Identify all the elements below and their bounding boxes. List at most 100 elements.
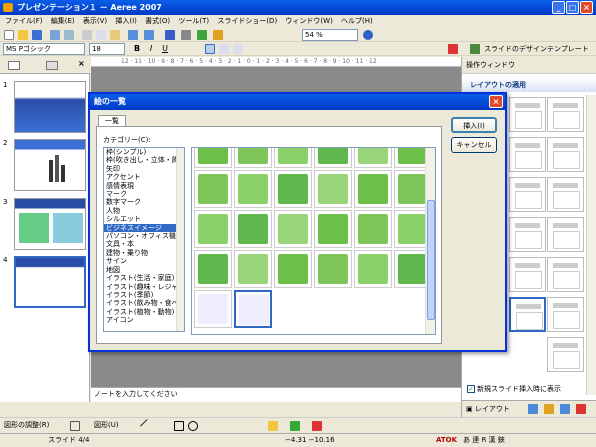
- cut-icon[interactable]: [82, 30, 92, 40]
- fill-color-icon[interactable]: [268, 421, 278, 431]
- line-color-icon[interactable]: [290, 421, 300, 431]
- paste-icon[interactable]: [110, 30, 120, 40]
- layout-thumbnail[interactable]: [547, 177, 584, 212]
- menu-file[interactable]: ファイル(F): [5, 17, 43, 25]
- italic-icon[interactable]: I: [146, 44, 156, 54]
- table-icon[interactable]: [181, 30, 191, 40]
- menu-tools[interactable]: ツール(T): [178, 17, 209, 25]
- ime-modes[interactable]: あ 連 R 漢 鋏: [463, 434, 505, 447]
- slides-tab[interactable]: [8, 61, 20, 70]
- slide-thumbnail-4[interactable]: [14, 256, 86, 308]
- redo-icon[interactable]: [144, 30, 154, 40]
- category-item[interactable]: サイン: [104, 257, 184, 265]
- bold-icon[interactable]: B: [132, 44, 142, 54]
- font-color-icon[interactable]: [448, 44, 458, 54]
- layout-thumbnail[interactable]: [547, 257, 584, 292]
- category-item[interactable]: ビジネスイメージ: [104, 223, 184, 233]
- clipart-thumbnail[interactable]: [194, 210, 232, 248]
- clipart-thumbnail[interactable]: [274, 250, 312, 288]
- clipart-thumbnail[interactable]: [194, 290, 232, 328]
- align-left-icon[interactable]: [205, 44, 215, 54]
- menu-format[interactable]: 書式(O): [145, 17, 170, 25]
- notes-pane[interactable]: ノートを入力してください: [91, 387, 461, 402]
- layout-thumbnail[interactable]: [547, 217, 584, 252]
- category-item[interactable]: 矢印: [104, 165, 184, 173]
- open-icon[interactable]: [18, 30, 28, 40]
- clipart-thumbnail[interactable]: [314, 210, 352, 248]
- print-icon[interactable]: [50, 30, 60, 40]
- category-item[interactable]: アイコン: [104, 316, 184, 324]
- maximize-button[interactable]: □: [566, 1, 579, 14]
- layout-thumbnail[interactable]: [509, 257, 546, 292]
- menu-slideshow[interactable]: スライドショー(D): [217, 17, 277, 25]
- align-center-icon[interactable]: [219, 44, 229, 54]
- adjust-shapes-button[interactable]: 図形の調整(R): [4, 418, 49, 433]
- clipart-thumbnail[interactable]: [274, 210, 312, 248]
- layout-tab[interactable]: ▣ レイアウト: [466, 401, 510, 417]
- layout-thumbnail[interactable]: [547, 337, 584, 372]
- menu-edit[interactable]: 編集(E): [51, 17, 75, 25]
- font-size-combo[interactable]: 18: [89, 43, 125, 55]
- category-item[interactable]: アクセント: [104, 173, 184, 181]
- task-pane-scrollbar[interactable]: [586, 95, 596, 395]
- category-item[interactable]: イラスト(飲み物・食べ物): [104, 299, 184, 307]
- layout-thumbnail[interactable]: [547, 97, 584, 132]
- clipart-thumbnail[interactable]: [194, 170, 232, 208]
- task-pane-header[interactable]: 操作ウィンドウ: [462, 57, 596, 74]
- design-template-button[interactable]: スライドのデザインテンプレート: [484, 44, 589, 54]
- menu-window[interactable]: ウィンドウ(W): [285, 17, 332, 25]
- category-item[interactable]: 数字マーク: [104, 198, 184, 206]
- slide-thumbnail-1[interactable]: [14, 81, 86, 133]
- other-tab-icon[interactable]: [576, 404, 586, 414]
- clipart-thumbnail[interactable]: [194, 148, 232, 168]
- category-item[interactable]: イラスト(生活・家庭): [104, 274, 184, 282]
- clipart-thumbnail[interactable]: [314, 170, 352, 208]
- category-scrollbar[interactable]: [176, 148, 184, 331]
- preview-icon[interactable]: [64, 30, 74, 40]
- clipart-thumbnail[interactable]: [314, 148, 352, 168]
- clipart-thumbnail[interactable]: [234, 148, 272, 168]
- chart-icon[interactable]: [165, 30, 175, 40]
- clipart-thumbnail[interactable]: [354, 210, 392, 248]
- clipart-thumbnail[interactable]: [234, 290, 272, 328]
- template-tab-icon[interactable]: [528, 404, 538, 414]
- undo-icon[interactable]: [128, 30, 138, 40]
- layout-thumbnail[interactable]: [547, 297, 584, 332]
- close-button[interactable]: ×: [580, 1, 593, 14]
- cancel-button[interactable]: キャンセル: [451, 137, 497, 153]
- outline-tab[interactable]: [46, 61, 58, 70]
- design-icon[interactable]: [470, 44, 480, 54]
- dialog-close-icon[interactable]: ×: [489, 95, 503, 108]
- clipart-thumbnail[interactable]: [274, 148, 312, 168]
- save-icon[interactable]: [32, 30, 42, 40]
- dialog-title-bar[interactable]: 絵の一覧: [90, 94, 505, 110]
- layout-thumbnail[interactable]: [509, 97, 546, 132]
- clipart-thumbnail[interactable]: [194, 250, 232, 288]
- category-item[interactable]: 文具・本: [104, 240, 184, 248]
- font-color-draw-icon[interactable]: [312, 421, 322, 431]
- clipart-thumbnail[interactable]: [234, 210, 272, 248]
- slide-thumbnail-3[interactable]: [14, 198, 86, 250]
- layout-thumbnail[interactable]: [547, 137, 584, 172]
- new-icon[interactable]: [4, 30, 14, 40]
- category-item[interactable]: シルエット: [104, 215, 184, 223]
- category-item[interactable]: イラスト(植物・動物): [104, 308, 184, 316]
- category-item[interactable]: 枠(吹き出し・立体・飾り): [104, 156, 184, 164]
- transition-tab-icon[interactable]: [560, 404, 570, 414]
- clipart-thumbnail[interactable]: [354, 250, 392, 288]
- layout-thumbnail[interactable]: [509, 217, 546, 252]
- ellipse-icon[interactable]: [188, 421, 198, 431]
- align-right-icon[interactable]: [233, 44, 243, 54]
- category-item[interactable]: 建物・乗り物: [104, 249, 184, 257]
- show-on-insert-checkbox[interactable]: ✓ 新規スライド挿入時に表示: [467, 384, 595, 394]
- animation-tab-icon[interactable]: [544, 404, 554, 414]
- zoom-combo[interactable]: 54 %: [302, 29, 358, 41]
- category-item[interactable]: イラスト(趣味・レジャー): [104, 283, 184, 291]
- minimize-button[interactable]: _: [552, 1, 565, 14]
- font-combo[interactable]: MS Pゴシック: [3, 43, 85, 55]
- select-icon[interactable]: [70, 421, 80, 431]
- menu-view[interactable]: 表示(V): [83, 17, 107, 25]
- autoshape-button[interactable]: 図形(U): [94, 418, 119, 433]
- clipart-thumbnail[interactable]: [274, 170, 312, 208]
- clipart-thumbnail[interactable]: [234, 170, 272, 208]
